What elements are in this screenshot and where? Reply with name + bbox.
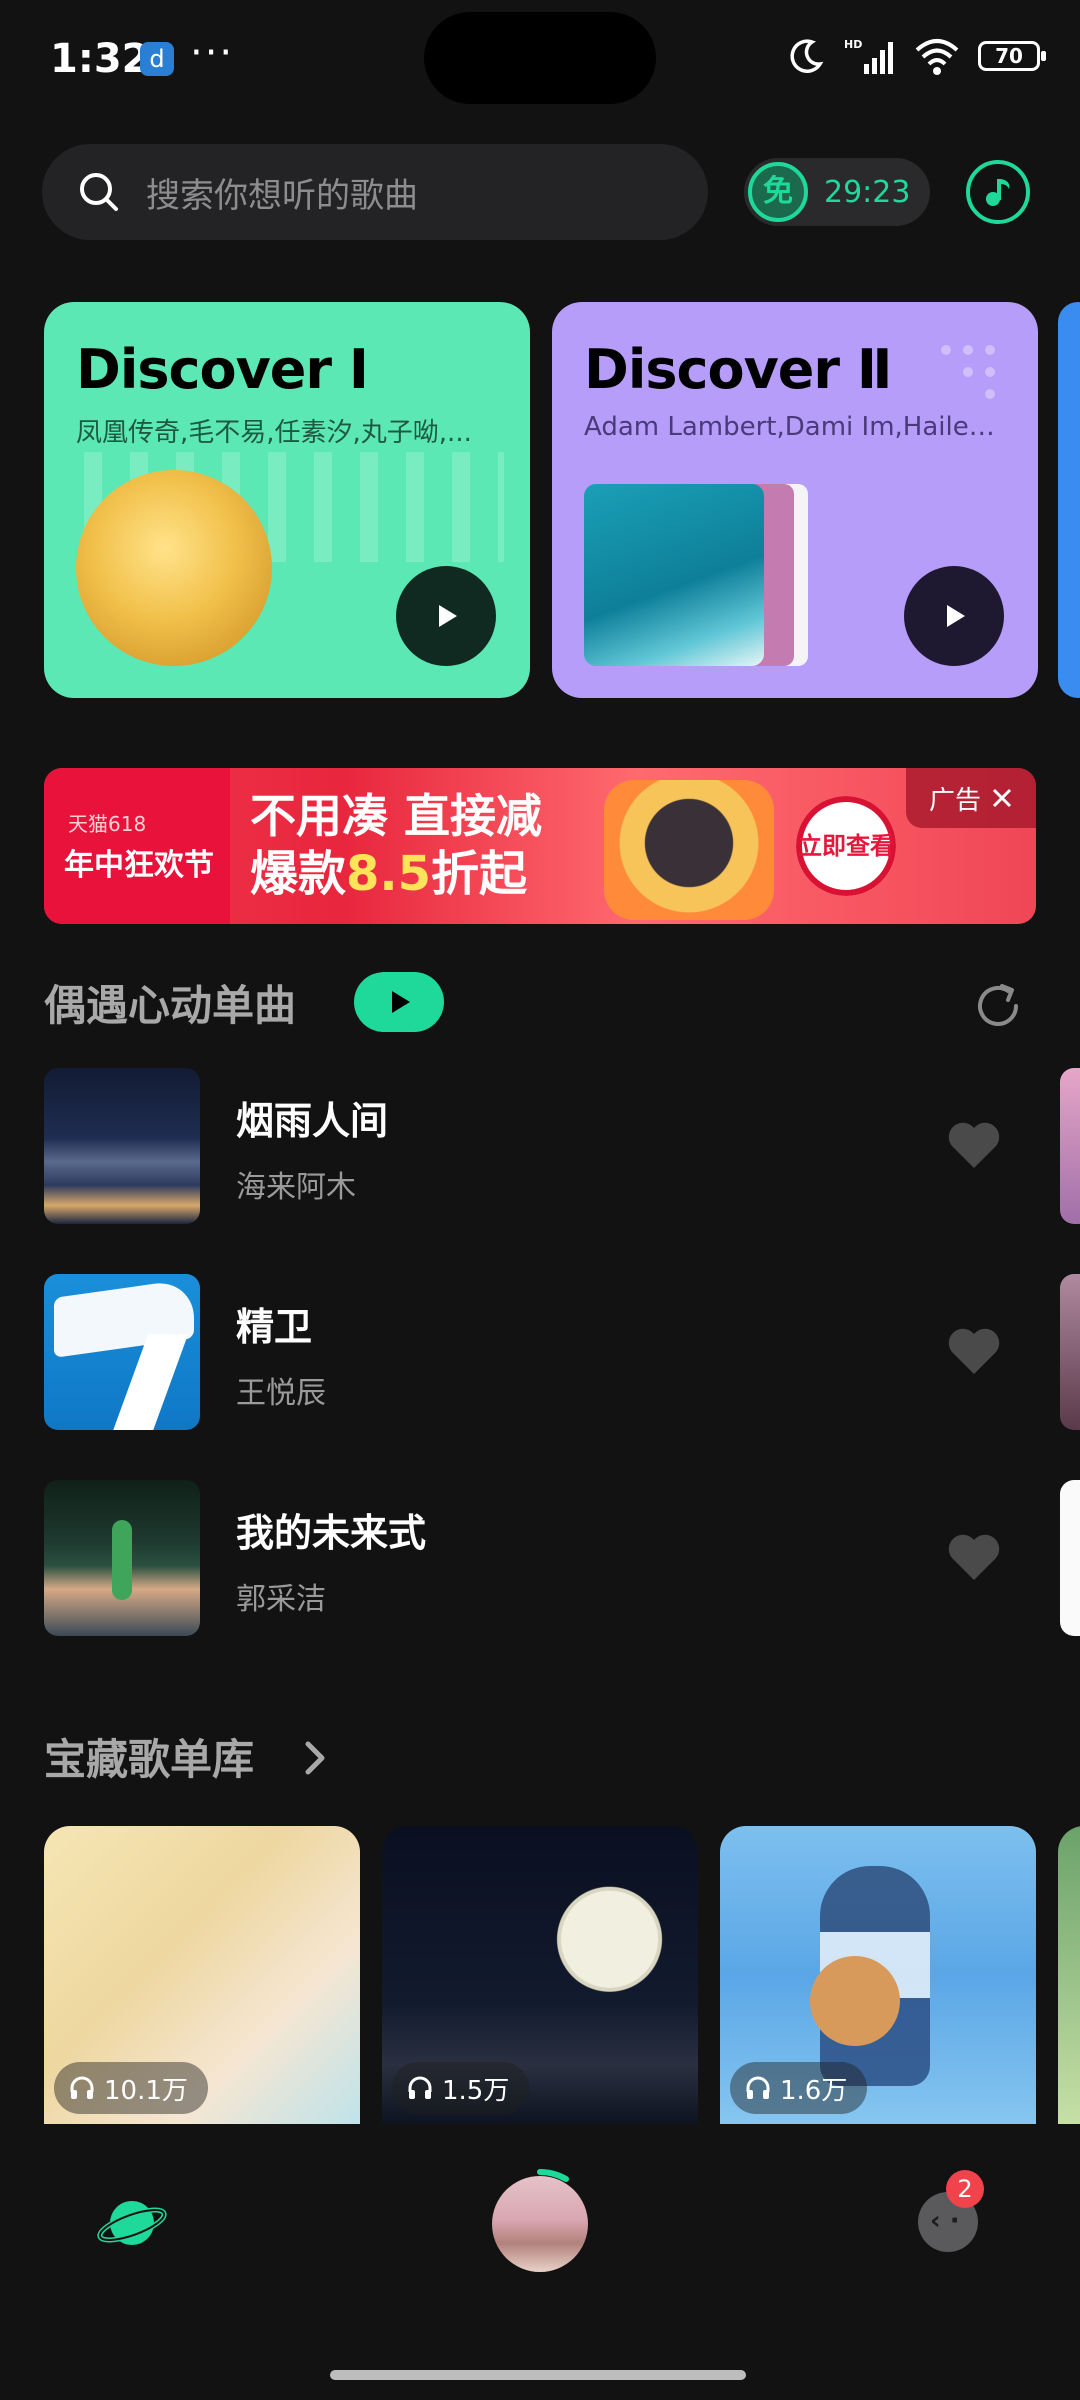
more-notifications-icon: ··· — [190, 30, 235, 76]
moon-icon — [790, 39, 824, 73]
heart-icon[interactable] — [946, 1326, 1002, 1376]
playlist-card[interactable]: 1.5万 — [382, 1826, 698, 2124]
ad-tag-label: 广告 — [928, 785, 981, 816]
discover-title: Discover Ⅰ — [76, 338, 369, 401]
song-row[interactable]: 精卫 王悦辰 — [44, 1274, 1044, 1430]
ad-offer-value: 8.5 — [346, 846, 432, 902]
discover-cover-art — [76, 470, 272, 666]
play-count-value: 1.5万 — [442, 2075, 510, 2106]
play-icon — [947, 605, 965, 627]
chevron-right-icon[interactable] — [300, 1738, 330, 1778]
ad-logo-panel: 天猫618 年中狂欢节 — [44, 768, 230, 924]
camera-notch — [424, 12, 656, 104]
status-icons: HD 70 — [786, 36, 1046, 76]
dots-pattern-icon — [941, 345, 995, 399]
wifi-icon — [915, 39, 959, 75]
ad-cta-button[interactable]: 立即查看 — [796, 796, 896, 896]
song-cover — [44, 1480, 200, 1636]
play-count: 10.1万 — [54, 2062, 208, 2114]
section-title-songs: 偶遇心动单曲 — [44, 981, 297, 1030]
section-title-library: 宝藏歌单库 — [44, 1735, 255, 1784]
play-count: 1.6万 — [730, 2062, 868, 2114]
song-artist: 海来阿木 — [236, 1170, 356, 1205]
headphones-icon — [746, 2076, 770, 2099]
headphones-icon — [70, 2076, 94, 2099]
search-input[interactable]: 搜索你想听的歌曲 — [42, 144, 708, 240]
now-playing-disc[interactable] — [492, 2176, 588, 2272]
discover-artists: Adam Lambert,Dami Im,Hailey... — [584, 412, 1004, 442]
home-indicator[interactable] — [330, 2370, 746, 2380]
discover-card-2[interactable]: Discover Ⅱ Adam Lambert,Dami Im,Hailey..… — [552, 302, 1038, 698]
free-badge: 免 — [748, 162, 808, 222]
status-time: 1:32 — [50, 36, 150, 82]
play-icon — [392, 991, 410, 1013]
music-note-icon — [986, 179, 1010, 206]
close-icon — [992, 788, 1012, 808]
free-listening-timer[interactable]: 免 29:23 — [744, 158, 930, 226]
profile-face-icon: ‹ · — [930, 2206, 960, 2236]
discover-card-3-peek[interactable] — [1058, 302, 1080, 698]
song-peek[interactable] — [1060, 1480, 1080, 1636]
playlist-card-peek[interactable] — [1058, 1826, 1080, 2124]
song-name: 精卫 — [236, 1305, 313, 1349]
play-count-value: 1.6万 — [780, 2075, 848, 2106]
song-peek[interactable] — [1060, 1274, 1080, 1430]
ad-brand: 天猫618 — [68, 812, 147, 836]
song-name: 烟雨人间 — [236, 1099, 389, 1143]
song-peek[interactable] — [1060, 1068, 1080, 1224]
ad-offer: 爆款8.5折起 — [250, 834, 527, 904]
ad-banner[interactable]: 天猫618 年中狂欢节 不用凑 直接减 爆款8.5折起 立即查看 广告 — [44, 768, 1036, 924]
ad-event: 年中狂欢节 — [64, 848, 214, 883]
song-row[interactable]: 烟雨人间 海来阿木 — [44, 1068, 1044, 1224]
playlist-card[interactable]: 1.6万 — [720, 1826, 1036, 2124]
ad-offer-suffix: 折起 — [431, 846, 528, 902]
song-cover — [44, 1274, 200, 1430]
song-row[interactable]: 我的未来式 郭采洁 — [44, 1480, 1044, 1636]
planet-icon[interactable] — [96, 2190, 168, 2256]
refresh-icon[interactable] — [972, 980, 1024, 1032]
discover-artists: 凤凰传奇,毛不易,任素汐,丸子呦,... — [76, 418, 472, 448]
notification-badge: 2 — [946, 2170, 984, 2208]
headphones-icon — [408, 2076, 432, 2099]
discover-card-1[interactable]: Discover Ⅰ 凤凰传奇,毛不易,任素汐,丸子呦,... — [44, 302, 530, 698]
music-note-button[interactable] — [966, 160, 1030, 224]
search-placeholder: 搜索你想听的歌曲 — [146, 175, 418, 216]
playlist-card[interactable]: 10.1万 — [44, 1826, 360, 2124]
play-all-button[interactable] — [354, 972, 444, 1032]
song-cover — [44, 1068, 200, 1224]
heart-icon[interactable] — [946, 1532, 1002, 1582]
svg-text:HD: HD — [844, 38, 862, 51]
ad-mascot-image — [604, 780, 774, 920]
playlist-art-guitar — [810, 1956, 900, 2046]
signal-icon: HD — [844, 38, 893, 74]
battery-icon: 70 — [978, 41, 1046, 71]
play-count-value: 10.1万 — [104, 2075, 188, 2106]
search-icon — [80, 173, 118, 211]
ad-close-button[interactable]: 广告 — [906, 768, 1036, 828]
song-artist: 王悦辰 — [236, 1376, 326, 1411]
ad-offer-prefix: 爆款 — [250, 846, 347, 902]
play-icon — [439, 605, 457, 627]
play-button[interactable] — [396, 566, 496, 666]
discover-cover-art — [584, 484, 764, 666]
heart-icon[interactable] — [946, 1120, 1002, 1170]
app-notification-icon: d — [140, 42, 174, 76]
play-count: 1.5万 — [392, 2062, 530, 2114]
song-name: 我的未来式 — [236, 1511, 427, 1555]
free-time: 29:23 — [824, 174, 911, 210]
discover-title: Discover Ⅱ — [584, 338, 892, 401]
song-artist: 郭采洁 — [236, 1582, 326, 1617]
play-button[interactable] — [904, 566, 1004, 666]
